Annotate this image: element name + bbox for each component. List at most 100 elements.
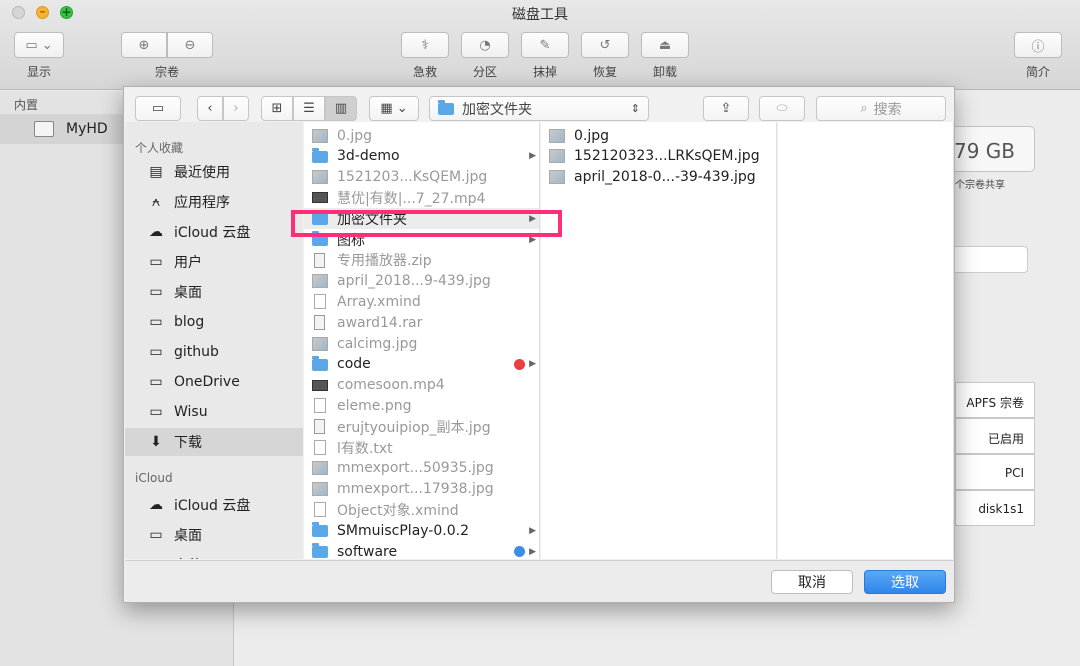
fav-label: github: [174, 344, 219, 360]
fav-desktop[interactable]: ▭ 桌面: [125, 278, 303, 306]
erase-button[interactable]: ✎: [521, 32, 569, 58]
fav-blog[interactable]: ▭ blog: [125, 308, 303, 336]
file-row[interactable]: comesoon.mp4: [304, 375, 539, 396]
icon-view-button[interactable]: ⊞: [261, 96, 293, 121]
info-status: 已启用: [955, 418, 1035, 454]
file-row[interactable]: mmexport...50935.jpg: [304, 458, 539, 479]
view-button[interactable]: ▭ ⌄: [14, 32, 64, 58]
fav-icloud-drive[interactable]: ☁ iCloud 云盘: [125, 218, 303, 246]
file-name: l有数.txt: [337, 440, 393, 457]
file-row[interactable]: eleme.png: [304, 395, 539, 416]
choose-button[interactable]: 选取: [864, 570, 946, 594]
search-icon: ⌕: [860, 101, 868, 116]
first-aid-button[interactable]: ⚕: [401, 32, 449, 58]
disclosure-arrow-icon: ▶: [529, 546, 536, 557]
file-row[interactable]: 1521203...KsQEM.jpg: [304, 167, 539, 188]
add-volume-button[interactable]: ⊕: [121, 32, 167, 58]
restore-label: 恢复: [592, 65, 617, 79]
forward-button[interactable]: ›: [223, 96, 249, 121]
browser-column-2: 0.jpg 152120323...LRKsQEM.jpg april_2018-0…: [541, 122, 777, 559]
document-icon: [314, 440, 326, 455]
fav-recent[interactable]: ▤ 最近使用: [125, 158, 303, 186]
file-row[interactable]: 0.jpg: [304, 125, 539, 146]
file-row[interactable]: SMmuiscPlay-0.0.2 ▶: [304, 520, 539, 541]
file-row[interactable]: calcimg.jpg: [304, 333, 539, 354]
folder-icon: [312, 147, 328, 163]
file-row[interactable]: mmexport...17938.jpg: [304, 479, 539, 500]
icloud-desktop[interactable]: ▭ 桌面: [125, 521, 303, 549]
fav-label: OneDrive: [174, 374, 240, 390]
file-name: Object对象.xmind: [337, 502, 459, 519]
file-row[interactable]: 3d-demo ▶: [304, 146, 539, 167]
file-row[interactable]: code ▶: [304, 354, 539, 375]
name-field[interactable]: [950, 246, 1028, 273]
icloud-drive[interactable]: ☁ iCloud 云盘: [125, 491, 303, 519]
icloud-documents[interactable]: ▤ 文稿: [125, 551, 303, 559]
file-name: comesoon.mp4: [337, 377, 445, 394]
file-row[interactable]: award14.rar: [304, 312, 539, 333]
file-row[interactable]: april_2018...9-439.jpg: [304, 271, 539, 292]
erase-icon: ✎: [539, 37, 551, 53]
restore-button[interactable]: ↺: [581, 32, 629, 58]
location-popup[interactable]: 加密文件夹 ⇕: [429, 96, 649, 121]
sidebar-icon: ▭: [151, 101, 165, 116]
fav-label: 桌面: [174, 528, 202, 544]
recents-icon: ▤: [149, 164, 163, 180]
file-row[interactable]: software ▶: [304, 541, 539, 559]
fav-downloads[interactable]: ⬇ 下载: [125, 428, 303, 456]
unmount-button[interactable]: ⏏: [641, 32, 689, 58]
share-button[interactable]: ⇪: [703, 96, 749, 121]
partition-label: 分区: [472, 65, 497, 79]
folder-icon: [312, 522, 328, 538]
file-name: 0.jpg: [337, 127, 373, 144]
desktop-icon: ▭: [149, 527, 163, 543]
arrange-button[interactable]: ▦ ⌄: [369, 96, 419, 121]
file-row[interactable]: Array.xmind: [304, 291, 539, 312]
info-icon: ⓘ: [1031, 39, 1045, 55]
image-file-icon: [549, 149, 565, 164]
file-row[interactable]: 慧优|有数|...7_27.mp4: [304, 187, 539, 208]
tag-icon: ⬭: [776, 101, 788, 116]
file-row[interactable]: erujtyouipiop_副本.jpg: [304, 416, 539, 437]
file-row[interactable]: april_2018-0...-39-439.jpg: [541, 167, 776, 188]
fav-github[interactable]: ▭ github: [125, 338, 303, 366]
cloud-icon: ☁: [149, 224, 163, 240]
search-field[interactable]: ⌕ 搜索: [816, 96, 946, 121]
file-row[interactable]: l有数.txt: [304, 437, 539, 458]
fav-wisu[interactable]: ▭ Wisu: [125, 398, 303, 426]
file-name: 0.jpg: [574, 127, 610, 144]
back-button[interactable]: ‹: [197, 96, 223, 121]
tag-button[interactable]: ⬭: [759, 96, 805, 121]
stethoscope-icon: ⚕: [421, 37, 429, 53]
column-view-button[interactable]: ▥: [325, 96, 357, 121]
window-title: 磁盘工具: [512, 7, 568, 23]
file-name: eleme.png: [337, 397, 412, 414]
document-icon: [314, 502, 326, 518]
file-name: mmexport...17938.jpg: [337, 481, 494, 498]
file-row[interactable]: 152120323...LRKsQEM.jpg: [541, 146, 776, 167]
info-label: 简介: [1025, 65, 1050, 79]
archive-file-icon: [314, 419, 325, 435]
info-device: disk1s1: [955, 490, 1035, 526]
desktop-icon: ▭: [149, 284, 163, 300]
file-row[interactable]: 0.jpg: [541, 125, 776, 146]
fav-onedrive[interactable]: ▭ OneDrive: [125, 368, 303, 396]
folder-icon: ▭: [149, 374, 163, 390]
file-name: 慧优|有数|...7_27.mp4: [337, 190, 486, 207]
grid-icon: ⊞: [271, 101, 283, 116]
file-name: SMmuiscPlay-0.0.2: [337, 522, 469, 539]
file-row[interactable]: 专用播放器.zip: [304, 250, 539, 271]
sidebar-toggle-button[interactable]: ▭: [135, 96, 181, 121]
cancel-button[interactable]: 取消: [771, 570, 853, 594]
fav-applications[interactable]: ⍲ 应用程序: [125, 188, 303, 216]
remove-volume-button[interactable]: ⊖: [167, 32, 213, 58]
info-button[interactable]: ⓘ: [1014, 32, 1062, 58]
fav-label: 下载: [174, 435, 202, 451]
file-row[interactable]: Object对象.xmind: [304, 499, 539, 520]
list-view-button[interactable]: ☰: [293, 96, 325, 121]
fav-users[interactable]: ▭ 用户: [125, 248, 303, 276]
color-tag-icon: [514, 358, 525, 370]
folder-icon: [312, 543, 328, 558]
partition-button[interactable]: ◔: [461, 32, 509, 58]
columns-icon: ▥: [334, 101, 348, 116]
